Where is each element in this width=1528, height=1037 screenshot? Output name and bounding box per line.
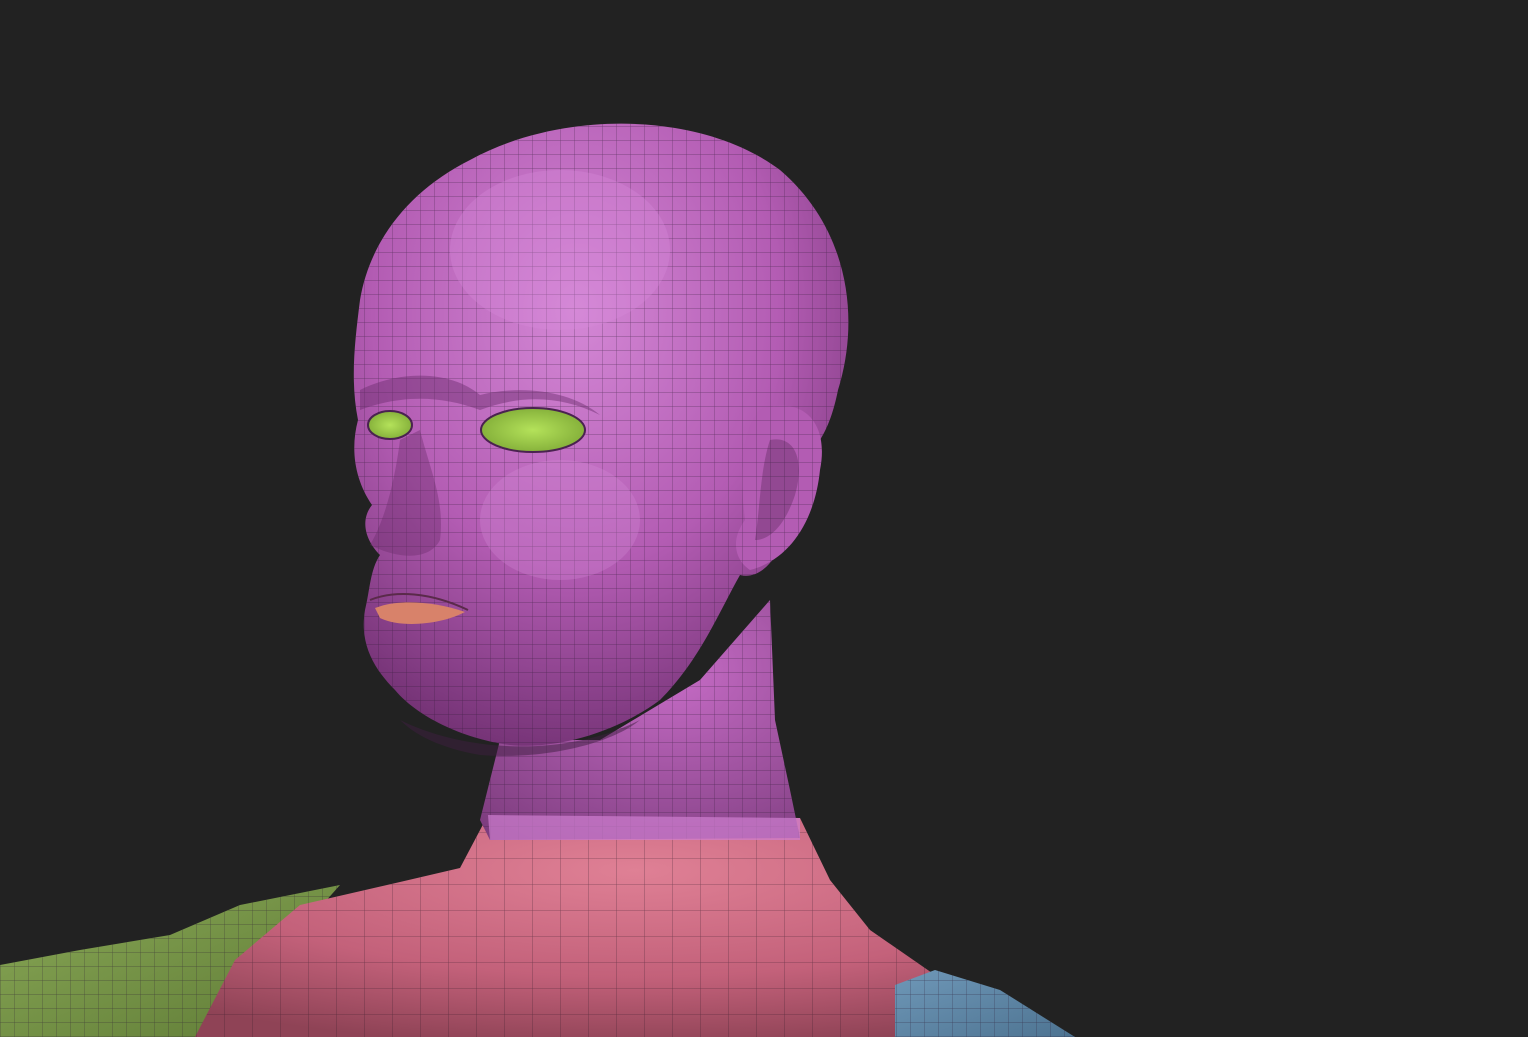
3d-viewport[interactable] bbox=[0, 0, 1528, 1037]
ear bbox=[735, 405, 822, 570]
right-shoulder-polygroup bbox=[895, 970, 1075, 1037]
eye-right bbox=[480, 407, 586, 453]
sculpt-model[interactable] bbox=[0, 0, 1528, 1037]
eye-left bbox=[367, 410, 413, 440]
